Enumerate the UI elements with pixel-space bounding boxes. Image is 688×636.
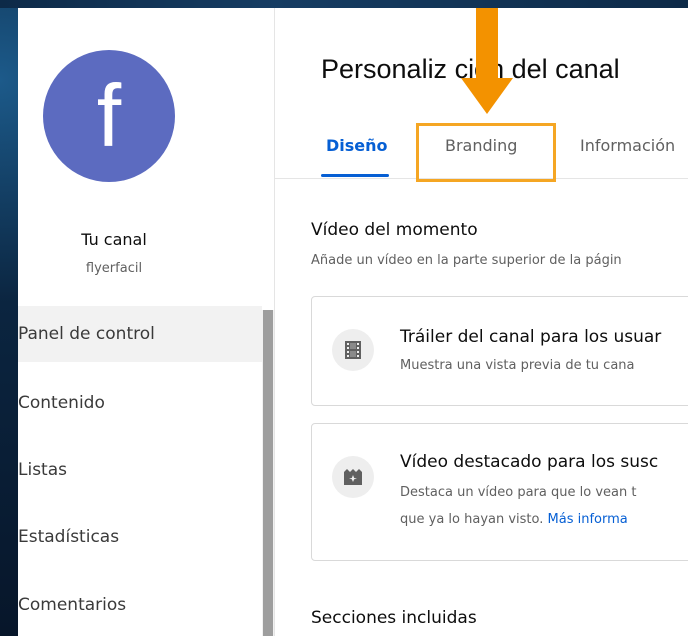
film-icon (332, 329, 374, 371)
annotation-arrow-shaft (476, 8, 498, 78)
desktop-background-top (0, 0, 688, 8)
featured-section-title: Vídeo del momento (311, 220, 478, 240)
avatar-letter: f (96, 66, 122, 165)
sidebar-item-label: Panel de control (18, 324, 155, 344)
included-sections-title: Secciones incluidas (311, 608, 477, 628)
studio-app: f Tu canal flyerfacil Panel de control C… (18, 8, 688, 636)
sidebar-item-label: Contenido (18, 393, 105, 413)
card-title: Vídeo destacado para los susc (400, 452, 659, 472)
sidebar-item-analytics[interactable]: Estadísticas (18, 509, 262, 565)
channel-trailer-card[interactable]: Tráiler del canal para los usuar Muestra… (311, 296, 688, 406)
branding-tab-highlight (416, 123, 556, 182)
active-tab-indicator (321, 174, 389, 177)
featured-video-card[interactable]: Vídeo destacado para los susc Destaca un… (311, 423, 688, 561)
tab-layout[interactable]: Diseño (326, 136, 388, 155)
card-description: Muestra una vista previa de tu cana (400, 358, 635, 373)
sidebar-scrollbar-thumb[interactable] (263, 310, 273, 636)
featured-section-description: Añade un vídeo en la parte superior de l… (311, 253, 622, 268)
sidebar-item-content[interactable]: Contenido (18, 375, 262, 431)
sparkle-video-icon (332, 456, 374, 498)
sidebar-item-playlists[interactable]: Listas (18, 442, 262, 498)
card-description: Destaca un vídeo para que lo vean t (400, 485, 637, 500)
main-content: Personaliz ción del canal Diseño Brandin… (275, 8, 688, 636)
channel-handle: flyerfacil (85, 261, 143, 276)
sidebar-item-label: Comentarios (18, 595, 127, 615)
sidebar-item-dashboard[interactable]: Panel de control (18, 306, 262, 362)
desktop-background (0, 0, 18, 636)
sidebar-item-comments[interactable]: Comentarios (18, 577, 262, 633)
card-title: Tráiler del canal para los usuar (400, 327, 662, 347)
learn-more-link[interactable]: Más informa (548, 512, 628, 527)
card-description-line2: que ya lo hayan visto. Más informa (400, 512, 628, 527)
sidebar-item-label: Estadísticas (18, 527, 120, 547)
sidebar-item-label: Listas (18, 460, 67, 480)
channel-label[interactable]: Tu canal (18, 230, 210, 249)
annotation-arrow-icon (461, 78, 513, 114)
channel-avatar[interactable]: f (43, 50, 175, 182)
tab-information[interactable]: Información (580, 136, 675, 155)
sidebar: f Tu canal flyerfacil Panel de control C… (18, 8, 275, 636)
card-description-text: que ya lo hayan visto. (400, 512, 544, 527)
